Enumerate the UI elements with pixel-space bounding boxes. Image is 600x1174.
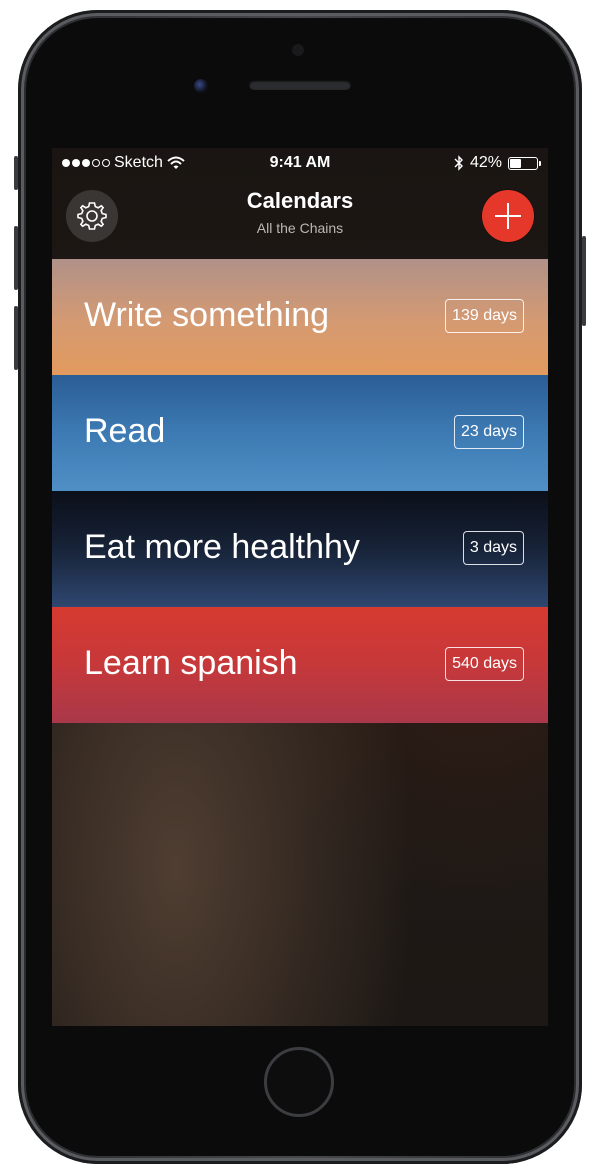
earpiece-speaker	[249, 80, 351, 90]
chain-list: Write something 139 days Read 23 days Ea…	[52, 259, 548, 723]
add-chain-button[interactable]	[482, 190, 534, 242]
streak-badge: 139 days	[445, 299, 524, 333]
volume-up-button	[14, 226, 18, 290]
volume-down-button	[14, 306, 18, 370]
chain-row-eat-more-healthy[interactable]: Eat more healthhy 3 days	[52, 491, 548, 607]
chain-name: Learn spanish	[84, 644, 298, 682]
battery-percent: 42%	[469, 154, 502, 171]
streak-badge: 3 days	[462, 531, 524, 565]
chain-name: Read	[84, 412, 166, 450]
power-button	[582, 236, 586, 326]
front-camera	[194, 79, 208, 93]
status-bar: Sketch 9:41 AM 42%	[52, 148, 548, 180]
streak-badge: 540 days	[445, 647, 524, 681]
chain-row-write-something[interactable]: Write something 139 days	[52, 259, 548, 375]
navigation-bar: Calendars All the Chains	[52, 180, 548, 260]
chain-name: Write something	[84, 296, 330, 334]
page-subtitle: All the Chains	[256, 220, 344, 236]
battery-icon	[508, 156, 541, 170]
page-title: Calendars	[246, 188, 354, 213]
app-screen: Sketch 9:41 AM 42% Calendars All the Cha…	[52, 148, 548, 1026]
chain-row-learn-spanish[interactable]: Learn spanish 540 days	[52, 607, 548, 723]
status-right: 42%	[454, 154, 541, 172]
streak-badge: 23 days	[453, 415, 524, 449]
proximity-sensor	[292, 44, 304, 56]
mute-switch	[14, 156, 18, 190]
chain-row-read[interactable]: Read 23 days	[52, 375, 548, 491]
chain-name: Eat more healthhy	[84, 528, 360, 566]
home-button[interactable]	[264, 1047, 334, 1117]
bluetooth-icon	[454, 155, 463, 171]
plus-icon	[495, 203, 521, 229]
